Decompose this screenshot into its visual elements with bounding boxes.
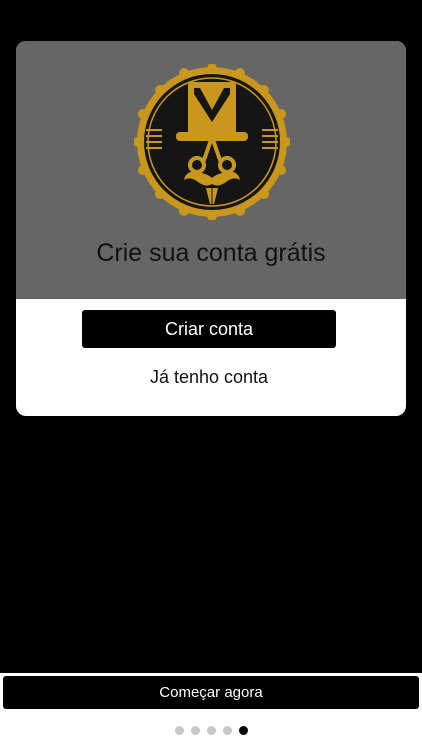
pagination-dot[interactable] xyxy=(174,726,184,735)
signup-card: Crie sua conta grátis Criar conta Já ten… xyxy=(16,41,406,416)
bottom-bar: Começar agora xyxy=(0,673,422,750)
create-account-button[interactable]: Criar conta xyxy=(82,310,336,348)
start-now-button[interactable]: Começar agora xyxy=(3,676,419,709)
card-title: Crie sua conta grátis xyxy=(96,239,326,267)
pagination-dot-active[interactable] xyxy=(238,726,248,735)
pagination-dot[interactable] xyxy=(190,726,200,735)
pagination-dot[interactable] xyxy=(206,726,216,735)
barber-logo-icon xyxy=(134,64,290,220)
have-account-button[interactable]: Já tenho conta xyxy=(82,360,336,394)
pagination-dots xyxy=(0,726,422,736)
card-header: Crie sua conta grátis xyxy=(16,41,406,299)
pagination-dot[interactable] xyxy=(222,726,232,735)
